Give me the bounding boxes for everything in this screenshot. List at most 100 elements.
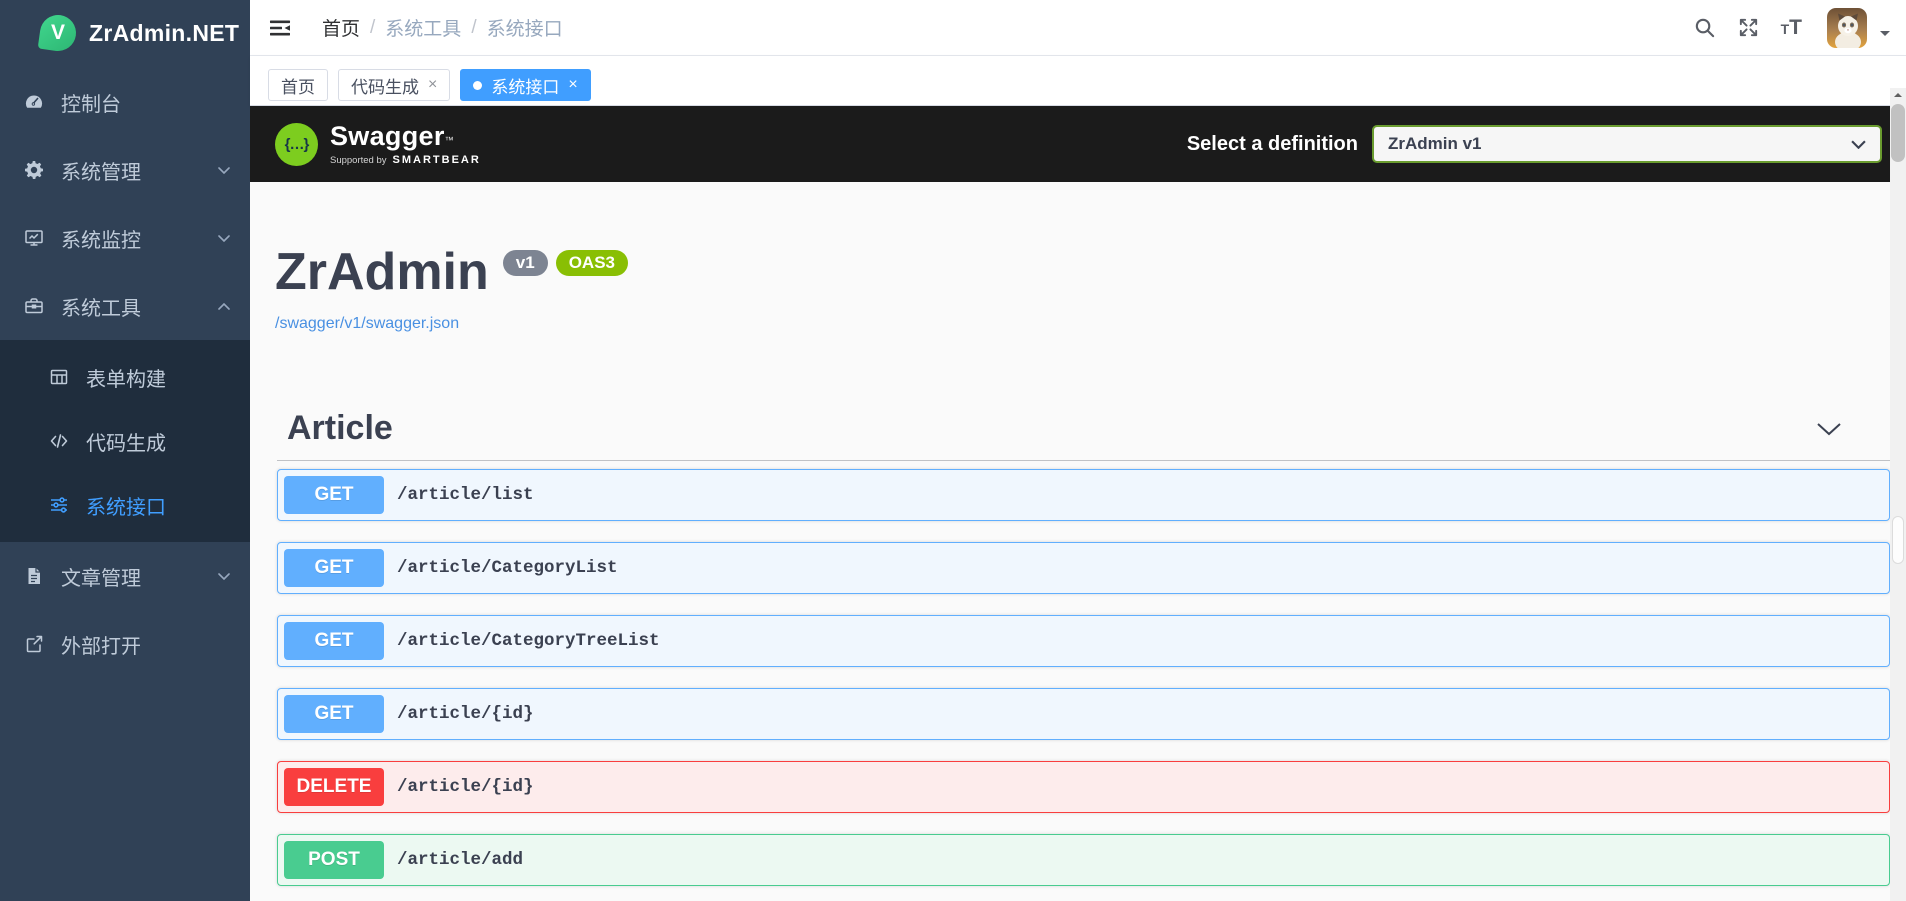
sidebar-item-external-open[interactable]: 外部打开 bbox=[0, 610, 250, 678]
sidebar-item-system-api[interactable]: 系统接口 bbox=[0, 473, 250, 537]
sidebar-item-code-generation[interactable]: 代码生成 bbox=[0, 409, 250, 473]
sidebar: V ZrAdmin.NET 控制台 系统管理 系统监控 系统工具 表单构建 代码… bbox=[0, 0, 250, 901]
navbar-actions: TT bbox=[1693, 7, 1890, 48]
method-badge: GET bbox=[284, 622, 384, 660]
breadcrumb: 首页 / 系统工具 / 系统接口 bbox=[322, 14, 563, 41]
scrollbar-thumb[interactable] bbox=[1891, 104, 1905, 162]
tab-code-generation[interactable]: 代码生成 × bbox=[338, 69, 451, 101]
breadcrumb-separator: / bbox=[370, 16, 376, 38]
vertical-scrollbar bbox=[1890, 88, 1906, 901]
sidebar-item-dashboard[interactable]: 控制台 bbox=[0, 68, 250, 136]
sidebar-submenu-system-tools: 表单构建 代码生成 系统接口 bbox=[0, 340, 250, 542]
swagger-logo[interactable]: {…} Swagger ™ Supported by SMARTBEAR bbox=[275, 120, 481, 166]
spec-url-link[interactable]: /swagger/v1/swagger.json bbox=[275, 315, 459, 333]
sidebar-item-label: 文章管理 bbox=[61, 567, 141, 590]
endpoint-row[interactable]: GET /article/CategoryList bbox=[277, 542, 1890, 594]
breadcrumb-separator: / bbox=[471, 16, 477, 38]
endpoint-row[interactable]: DELETE /article/{id} bbox=[277, 761, 1890, 813]
sidebar-item-label: 表单构建 bbox=[86, 368, 166, 391]
api-info: ZrAdmin v1 OAS3 /swagger/v1/swagger.json bbox=[250, 182, 1906, 333]
sidebar-item-system-admin[interactable]: 系统管理 bbox=[0, 136, 250, 204]
method-badge: GET bbox=[284, 549, 384, 587]
sidebar-collapse-icon[interactable] bbox=[268, 16, 292, 40]
font-size-icon[interactable]: TT bbox=[1781, 16, 1802, 40]
tab-label: 代码生成 bbox=[351, 77, 419, 97]
sidebar-item-form-builder[interactable]: 表单构建 bbox=[0, 345, 250, 409]
sidebar-item-system-monitor[interactable]: 系统监控 bbox=[0, 204, 250, 272]
swagger-logo-icon: {…} bbox=[275, 122, 318, 166]
tab-system-api[interactable]: 系统接口 × bbox=[460, 69, 591, 101]
app-logo-icon: V bbox=[37, 12, 79, 54]
trademark-symbol: ™ bbox=[444, 134, 454, 145]
chevron-down-icon bbox=[218, 572, 230, 580]
swagger-brand: Swagger bbox=[330, 120, 445, 151]
swagger-topbar: {…} Swagger ™ Supported by SMARTBEAR Sel… bbox=[250, 106, 1900, 182]
endpoint-row[interactable]: POST /article/add bbox=[277, 834, 1890, 886]
chevron-up-icon bbox=[218, 302, 230, 310]
tab-label: 系统接口 bbox=[491, 77, 560, 97]
sidebar-item-label: 系统管理 bbox=[61, 161, 141, 184]
breadcrumb-system-tools: 系统工具 bbox=[385, 19, 462, 40]
breadcrumb-home[interactable]: 首页 bbox=[322, 14, 360, 41]
sidebar-item-label: 系统接口 bbox=[86, 496, 166, 519]
chevron-down-icon bbox=[218, 166, 230, 174]
chevron-down-icon[interactable] bbox=[1816, 422, 1842, 436]
sidebar-item-label: 代码生成 bbox=[86, 432, 166, 455]
monitor-icon bbox=[25, 230, 43, 246]
endpoint-row[interactable]: GET /article/{id} bbox=[277, 688, 1890, 740]
definition-select[interactable]: ZrAdmin v1 bbox=[1372, 125, 1882, 163]
section-header[interactable]: Article bbox=[277, 409, 1890, 461]
scrollbar-up-arrow[interactable] bbox=[1894, 93, 1902, 97]
chevron-down-icon bbox=[1851, 140, 1866, 149]
endpoint-path: /article/list bbox=[397, 485, 534, 505]
fullscreen-icon[interactable] bbox=[1737, 16, 1760, 39]
caret-down-icon[interactable] bbox=[1880, 30, 1890, 41]
sidebar-menu: 控制台 系统管理 系统监控 系统工具 表单构建 代码生成 系统接口 文章管理 外… bbox=[0, 66, 250, 678]
method-badge: GET bbox=[284, 476, 384, 514]
external-link-icon bbox=[26, 635, 43, 653]
endpoint-path: /article/add bbox=[397, 850, 524, 870]
sidebar-item-article-admin[interactable]: 文章管理 bbox=[0, 542, 250, 610]
endpoint-list: GET /article/list GET /article/CategoryL… bbox=[277, 461, 1890, 886]
supported-by-label: Supported by bbox=[330, 154, 387, 166]
gear-icon bbox=[25, 161, 44, 179]
search-icon[interactable] bbox=[1693, 16, 1716, 39]
toolbox-icon bbox=[25, 298, 43, 314]
scrollbar-overlay-thumb bbox=[1892, 516, 1904, 564]
sidebar-item-label: 外部打开 bbox=[61, 635, 141, 658]
close-icon[interactable]: × bbox=[568, 77, 577, 93]
table-icon bbox=[50, 369, 68, 385]
sliders-icon bbox=[51, 497, 67, 513]
section-title: Article bbox=[287, 409, 393, 447]
code-icon bbox=[50, 434, 68, 448]
endpoint-row[interactable]: GET /article/CategoryTreeList bbox=[277, 615, 1890, 667]
endpoint-row[interactable]: GET /article/list bbox=[277, 469, 1890, 521]
endpoint-path: /article/CategoryList bbox=[397, 558, 618, 578]
sidebar-item-label: 系统监控 bbox=[61, 229, 141, 252]
active-tab-dot bbox=[473, 80, 483, 90]
endpoint-path: /article/{id} bbox=[397, 704, 534, 724]
swagger-logo-glyph: {…} bbox=[284, 135, 310, 153]
sidebar-item-system-tools[interactable]: 系统工具 bbox=[0, 272, 250, 340]
app-logo-letter: V bbox=[50, 20, 66, 44]
method-badge: DELETE bbox=[284, 768, 384, 806]
method-badge: GET bbox=[284, 695, 384, 733]
endpoint-path: /article/CategoryTreeList bbox=[397, 631, 660, 651]
api-title: ZrAdmin bbox=[275, 243, 489, 301]
sidebar-item-label: 系统工具 bbox=[61, 297, 141, 320]
tags-view-bar: 首页 代码生成 × 系统接口 × bbox=[250, 56, 1906, 106]
dashboard-icon bbox=[25, 95, 43, 108]
app-logo[interactable]: V ZrAdmin.NET bbox=[0, 0, 250, 66]
tab-label: 首页 bbox=[281, 77, 315, 97]
tab-home[interactable]: 首页 bbox=[268, 69, 328, 101]
close-icon[interactable]: × bbox=[428, 77, 437, 93]
definition-select-label: Select a definition bbox=[1186, 132, 1358, 155]
document-icon bbox=[28, 568, 40, 584]
selected-definition: ZrAdmin v1 bbox=[1388, 134, 1482, 153]
definition-select-group: Select a definition ZrAdmin v1 bbox=[1187, 125, 1882, 163]
oas3-badge: OAS3 bbox=[555, 250, 628, 276]
breadcrumb-system-api: 系统接口 bbox=[486, 19, 563, 40]
avatar[interactable] bbox=[1827, 7, 1867, 48]
sidebar-item-label: 控制台 bbox=[61, 93, 121, 116]
swagger-ui: {…} Swagger ™ Supported by SMARTBEAR Sel… bbox=[250, 106, 1906, 901]
